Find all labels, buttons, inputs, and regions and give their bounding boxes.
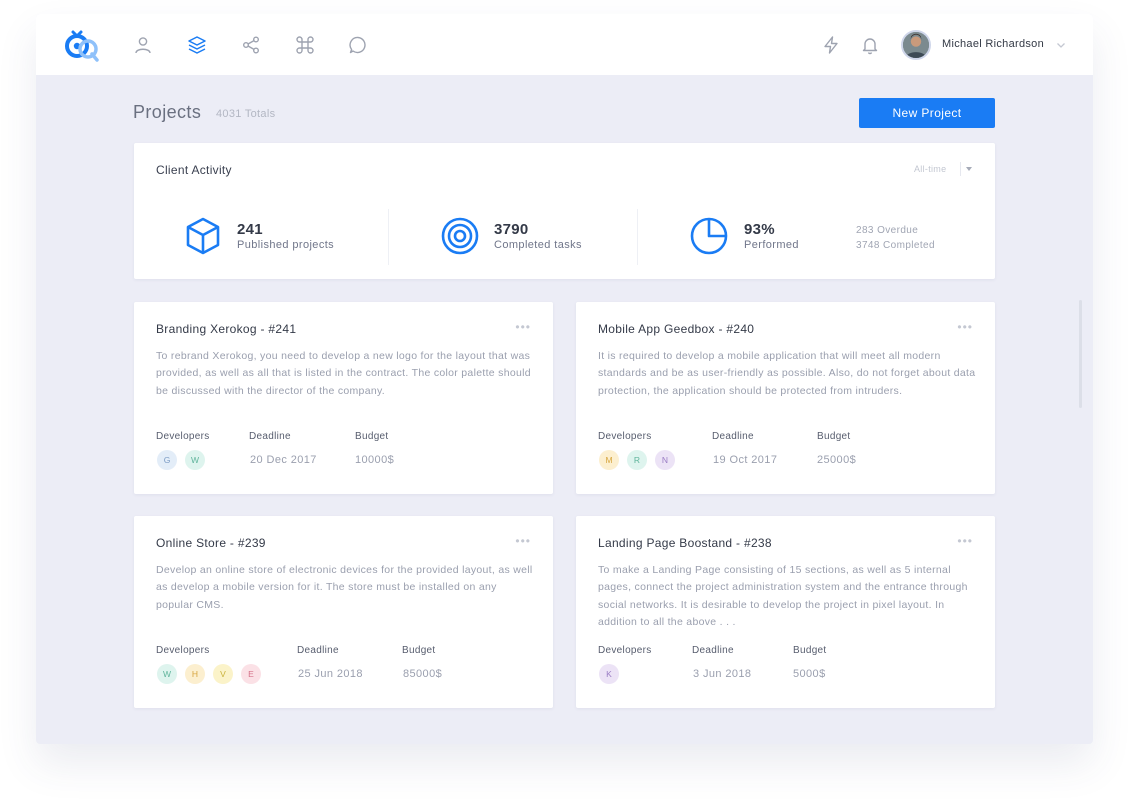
deadline-label: Deadline bbox=[297, 645, 339, 656]
deadline-label: Deadline bbox=[692, 645, 734, 656]
developer-avatar[interactable]: K bbox=[599, 664, 619, 684]
command-icon[interactable] bbox=[294, 34, 316, 56]
stat-label: Published projects bbox=[237, 239, 335, 251]
budget-value: 5000$ bbox=[793, 668, 826, 680]
new-project-button[interactable]: New Project bbox=[859, 98, 995, 128]
developer-avatar[interactable]: R bbox=[627, 450, 647, 470]
bolt-icon[interactable] bbox=[820, 34, 842, 56]
developers-label: Developers bbox=[156, 431, 210, 442]
developers-label: Developers bbox=[598, 645, 652, 656]
project-description: To make a Landing Page consisting of 15 … bbox=[598, 564, 968, 628]
developer-avatar[interactable]: E bbox=[241, 664, 261, 684]
avatar[interactable] bbox=[901, 30, 931, 60]
project-title[interactable]: Online Store - #239 bbox=[156, 536, 266, 550]
budget-value: 10000$ bbox=[355, 454, 395, 466]
more-options-icon[interactable]: ••• bbox=[515, 535, 531, 547]
budget-label: Budget bbox=[793, 645, 827, 656]
completed-count: 3748 Completed bbox=[856, 240, 935, 251]
project-card[interactable]: Mobile App Geedbox - #240 ••• It is requ… bbox=[576, 302, 995, 494]
project-description: It is required to develop a mobile appli… bbox=[598, 350, 976, 397]
budget-label: Budget bbox=[355, 431, 389, 442]
activity-title: Client Activity bbox=[156, 163, 232, 177]
caret-down-icon[interactable] bbox=[966, 167, 972, 171]
app-frame: Michael Richardson Projects 4031 Totals … bbox=[36, 14, 1093, 744]
deadline-value: 19 Oct 2017 bbox=[713, 454, 778, 466]
developer-avatar[interactable]: M bbox=[599, 450, 619, 470]
stat-label: Completed tasks bbox=[494, 239, 582, 251]
developer-avatar[interactable]: V bbox=[213, 664, 233, 684]
user-icon[interactable] bbox=[132, 34, 154, 56]
project-description: To rebrand Xerokog, you need to develop … bbox=[156, 350, 531, 397]
user-name[interactable]: Michael Richardson bbox=[942, 38, 1044, 50]
page-total-count: 4031 Totals bbox=[216, 108, 276, 120]
overdue-count: 283 Overdue bbox=[856, 225, 919, 236]
budget-label: Budget bbox=[817, 431, 851, 442]
stat-divider bbox=[388, 209, 389, 265]
developer-avatar[interactable]: W bbox=[185, 450, 205, 470]
share-icon[interactable] bbox=[240, 34, 262, 56]
more-options-icon[interactable]: ••• bbox=[515, 321, 531, 333]
budget-label: Budget bbox=[402, 645, 436, 656]
stat-value: 93% bbox=[744, 221, 775, 238]
project-card[interactable]: Online Store - #239 ••• Develop an onlin… bbox=[134, 516, 553, 708]
developers-label: Developers bbox=[598, 431, 652, 442]
stat-label: Performed bbox=[744, 239, 799, 251]
deadline-label: Deadline bbox=[249, 431, 291, 442]
deadline-value: 20 Dec 2017 bbox=[250, 454, 317, 466]
app-logo-icon[interactable] bbox=[64, 28, 100, 62]
stat-value: 241 bbox=[237, 221, 263, 238]
bell-icon[interactable] bbox=[859, 34, 881, 56]
developer-avatar[interactable]: N bbox=[655, 450, 675, 470]
cube-icon bbox=[183, 216, 223, 256]
developer-avatar[interactable]: G bbox=[157, 450, 177, 470]
pie-chart-icon bbox=[689, 216, 729, 256]
stat-value: 3790 bbox=[494, 221, 529, 238]
developer-avatar[interactable]: H bbox=[185, 664, 205, 684]
layers-icon[interactable] bbox=[186, 34, 208, 56]
developer-avatar[interactable]: W bbox=[157, 664, 177, 684]
deadline-value: 25 Jun 2018 bbox=[298, 668, 363, 680]
developers-label: Developers bbox=[156, 645, 210, 656]
project-title[interactable]: Branding Xerokog - #241 bbox=[156, 322, 296, 336]
project-card[interactable]: Landing Page Boostand - #238 ••• To make… bbox=[576, 516, 995, 708]
deadline-label: Deadline bbox=[712, 431, 754, 442]
chat-icon[interactable] bbox=[347, 34, 369, 56]
project-description: Develop an online store of electronic de… bbox=[156, 564, 533, 611]
range-divider bbox=[960, 162, 961, 176]
chevron-down-icon[interactable] bbox=[1055, 38, 1067, 50]
range-select[interactable]: All-time bbox=[914, 164, 946, 174]
scrollbar[interactable] bbox=[1079, 300, 1082, 408]
budget-value: 85000$ bbox=[403, 668, 443, 680]
budget-value: 25000$ bbox=[817, 454, 857, 466]
project-title[interactable]: Landing Page Boostand - #238 bbox=[598, 536, 772, 550]
stat-divider bbox=[637, 209, 638, 265]
client-activity-card: Client Activity All-time 241 Published p… bbox=[134, 143, 995, 279]
deadline-value: 3 Jun 2018 bbox=[693, 668, 752, 680]
page-title: Projects bbox=[133, 102, 202, 122]
project-card[interactable]: Branding Xerokog - #241 ••• To rebrand X… bbox=[134, 302, 553, 494]
project-title[interactable]: Mobile App Geedbox - #240 bbox=[598, 322, 754, 336]
target-icon bbox=[440, 216, 480, 256]
top-bar: Michael Richardson bbox=[36, 14, 1093, 75]
more-options-icon[interactable]: ••• bbox=[957, 535, 973, 547]
more-options-icon[interactable]: ••• bbox=[957, 321, 973, 333]
